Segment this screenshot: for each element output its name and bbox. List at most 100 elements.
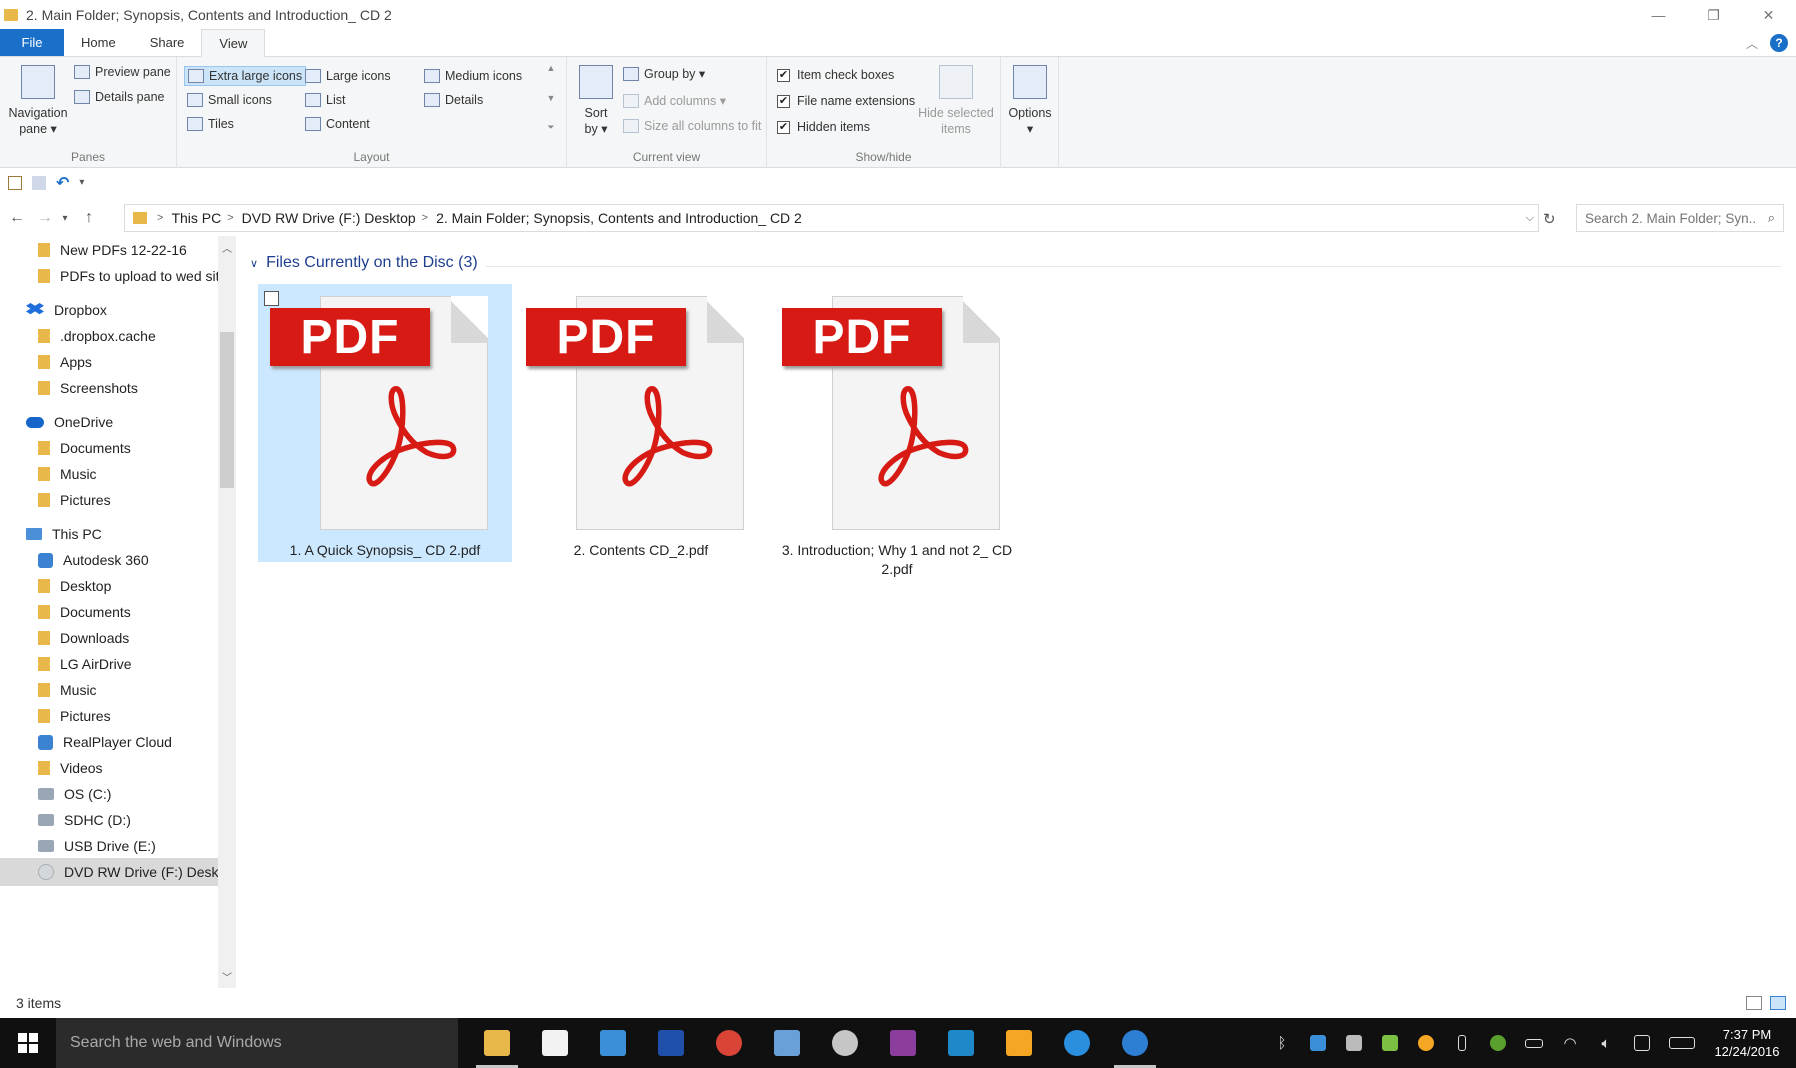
sidebar-item[interactable]: Dropbox bbox=[0, 296, 218, 324]
taskbar-clock[interactable]: 7:37 PM 12/24/2016 bbox=[1704, 1026, 1790, 1060]
properties-icon[interactable] bbox=[8, 175, 22, 190]
sidebar-item[interactable]: Downloads bbox=[0, 624, 218, 652]
layout-gallery-scroll[interactable]: ▲ ▼ ⏷ bbox=[543, 63, 559, 133]
chevron-right-icon[interactable]: > bbox=[422, 212, 428, 224]
up-arrow-icon[interactable]: ↑ bbox=[78, 209, 100, 227]
start-button[interactable] bbox=[0, 1018, 56, 1068]
taskbar-app-10[interactable] bbox=[990, 1018, 1048, 1068]
large-icons-view-icon[interactable] bbox=[1770, 996, 1786, 1010]
keyboard-icon[interactable] bbox=[1660, 1018, 1704, 1068]
undo-icon[interactable]: ↶ bbox=[56, 173, 69, 193]
hidden-items-checkbox[interactable]: ✔ bbox=[777, 120, 790, 134]
layout-tiles[interactable]: Tiles bbox=[187, 117, 234, 131]
search-box[interactable]: ⌕ bbox=[1576, 204, 1784, 232]
layout-medium-icons[interactable]: Medium icons bbox=[424, 69, 522, 83]
tab-file[interactable]: File bbox=[0, 29, 64, 56]
gallery-down-icon[interactable]: ▼ bbox=[547, 93, 556, 103]
recent-locations-icon[interactable]: ▾ bbox=[58, 213, 72, 224]
taskbar-app-6[interactable] bbox=[758, 1018, 816, 1068]
sidebar-item[interactable]: Videos bbox=[0, 754, 218, 782]
new-folder-icon[interactable] bbox=[32, 175, 46, 190]
action-center-icon[interactable] bbox=[1624, 1018, 1660, 1068]
details-pane-button[interactable]: Details pane bbox=[74, 90, 165, 104]
sidebar-item[interactable]: SDHC (D:) bbox=[0, 806, 218, 834]
add-columns-button[interactable]: Add columns ▾ bbox=[623, 93, 726, 108]
taskbar-store[interactable] bbox=[526, 1018, 584, 1068]
scroll-up-icon[interactable]: ︿ bbox=[218, 240, 236, 255]
tab-view[interactable]: View bbox=[201, 29, 266, 57]
sidebar-item[interactable]: Apps bbox=[0, 348, 218, 376]
taskbar-file-explorer[interactable] bbox=[468, 1018, 526, 1068]
help-icon[interactable]: ? bbox=[1770, 34, 1788, 52]
sidebar-item[interactable]: OneDrive bbox=[0, 408, 218, 436]
collapse-ribbon-icon[interactable]: ︿ bbox=[1746, 35, 1758, 52]
sidebar-item[interactable]: USB Drive (E:) bbox=[0, 832, 218, 860]
file-item[interactable]: PDF 2. Contents CD_2.pdf bbox=[514, 284, 768, 562]
breadcrumb-this-pc[interactable]: This PC bbox=[171, 210, 221, 226]
usb-icon[interactable] bbox=[1444, 1018, 1480, 1068]
sidebar-item[interactable]: This PC bbox=[0, 520, 218, 548]
sidebar-item[interactable]: .dropbox.cache bbox=[0, 322, 218, 350]
layout-list[interactable]: List bbox=[305, 93, 345, 107]
wifi-icon[interactable]: ◠ bbox=[1552, 1018, 1588, 1068]
taskbar-search[interactable]: Search the web and Windows bbox=[56, 1018, 458, 1068]
details-view-icon[interactable] bbox=[1746, 996, 1762, 1010]
sidebar-item[interactable]: Music bbox=[0, 460, 218, 488]
search-input[interactable] bbox=[1585, 210, 1755, 226]
tray-app-icon[interactable] bbox=[1336, 1018, 1372, 1068]
file-item[interactable]: PDF 1. A Quick Synopsis_ CD 2.pdf bbox=[258, 284, 512, 562]
minimize-button[interactable]: — bbox=[1631, 0, 1686, 30]
taskbar-app-7[interactable] bbox=[816, 1018, 874, 1068]
restore-button[interactable]: ❐ bbox=[1686, 0, 1741, 30]
group-by-button[interactable]: Group by ▾ bbox=[623, 66, 705, 81]
taskbar-internet-explorer[interactable] bbox=[1048, 1018, 1106, 1068]
forward-arrow-icon[interactable]: → bbox=[34, 209, 56, 227]
tray-app-icon[interactable] bbox=[1372, 1018, 1408, 1068]
address-bar[interactable]: > This PC > DVD RW Drive (F:) Desktop > … bbox=[124, 204, 1539, 232]
sidebar-item[interactable]: PDFs to upload to wed site bbox=[0, 262, 218, 290]
sidebar-item[interactable]: LG AirDrive bbox=[0, 650, 218, 678]
battery-icon[interactable] bbox=[1516, 1018, 1552, 1068]
layout-details[interactable]: Details bbox=[424, 93, 483, 107]
taskbar-app-9[interactable] bbox=[932, 1018, 990, 1068]
chevron-down-icon[interactable]: ∨ bbox=[250, 257, 258, 270]
bluetooth-icon[interactable]: ᛒ bbox=[1264, 1018, 1300, 1068]
sidebar-item[interactable]: Desktop bbox=[0, 572, 218, 600]
taskbar-app-8[interactable] bbox=[874, 1018, 932, 1068]
sidebar-item[interactable]: OS (C:) bbox=[0, 780, 218, 808]
layout-large-icons[interactable]: Large icons bbox=[305, 69, 391, 83]
taskbar-word[interactable] bbox=[642, 1018, 700, 1068]
volume-icon[interactable]: 🔈︎ bbox=[1588, 1018, 1624, 1068]
sidebar-item[interactable]: RealPlayer Cloud bbox=[0, 728, 218, 756]
taskbar-media[interactable] bbox=[584, 1018, 642, 1068]
gallery-up-icon[interactable]: ▲ bbox=[547, 63, 556, 73]
taskbar-chrome[interactable] bbox=[700, 1018, 758, 1068]
tab-home[interactable]: Home bbox=[64, 29, 133, 56]
customize-toolbar-icon[interactable]: ▾ bbox=[79, 177, 84, 188]
sidebar-item[interactable]: Pictures bbox=[0, 486, 218, 514]
taskbar-settings[interactable] bbox=[1106, 1018, 1164, 1068]
options-button[interactable]: Options ▾ bbox=[1005, 65, 1055, 137]
scroll-down-icon[interactable]: ﹀ bbox=[218, 969, 236, 984]
size-all-columns-button[interactable]: Size all columns to fit bbox=[623, 119, 761, 133]
file-group-header[interactable]: ∨ Files Currently on the Disc (3) bbox=[250, 254, 478, 272]
tray-app-icon[interactable] bbox=[1408, 1018, 1444, 1068]
sidebar-item[interactable]: Documents bbox=[0, 598, 218, 626]
sidebar-item[interactable]: Autodesk 360 bbox=[0, 546, 218, 574]
hidden-items-toggle[interactable]: ✔ Hidden items bbox=[777, 120, 870, 134]
item-check-boxes-toggle[interactable]: ✔ Item check boxes bbox=[777, 68, 894, 82]
sidebar-item[interactable]: Music bbox=[0, 676, 218, 704]
breadcrumb-main-folder[interactable]: 2. Main Folder; Synopsis, Contents and I… bbox=[436, 210, 802, 226]
sidebar-item[interactable]: Pictures bbox=[0, 702, 218, 730]
layout-content[interactable]: Content bbox=[305, 117, 370, 131]
sidebar-item[interactable]: Screenshots bbox=[0, 374, 218, 402]
preview-pane-button[interactable]: Preview pane bbox=[74, 65, 171, 79]
navigation-pane-button[interactable]: Navigation pane ▾ bbox=[6, 65, 70, 137]
tray-app-icon[interactable] bbox=[1480, 1018, 1516, 1068]
sidebar-item[interactable]: DVD RW Drive (F:) Desktop bbox=[0, 858, 218, 886]
tray-app-icon[interactable] bbox=[1300, 1018, 1336, 1068]
chevron-right-icon[interactable]: > bbox=[157, 212, 163, 224]
tab-share[interactable]: Share bbox=[133, 29, 202, 56]
layout-small-icons[interactable]: Small icons bbox=[187, 93, 272, 107]
sort-by-button[interactable]: Sort by ▾ bbox=[576, 65, 616, 137]
